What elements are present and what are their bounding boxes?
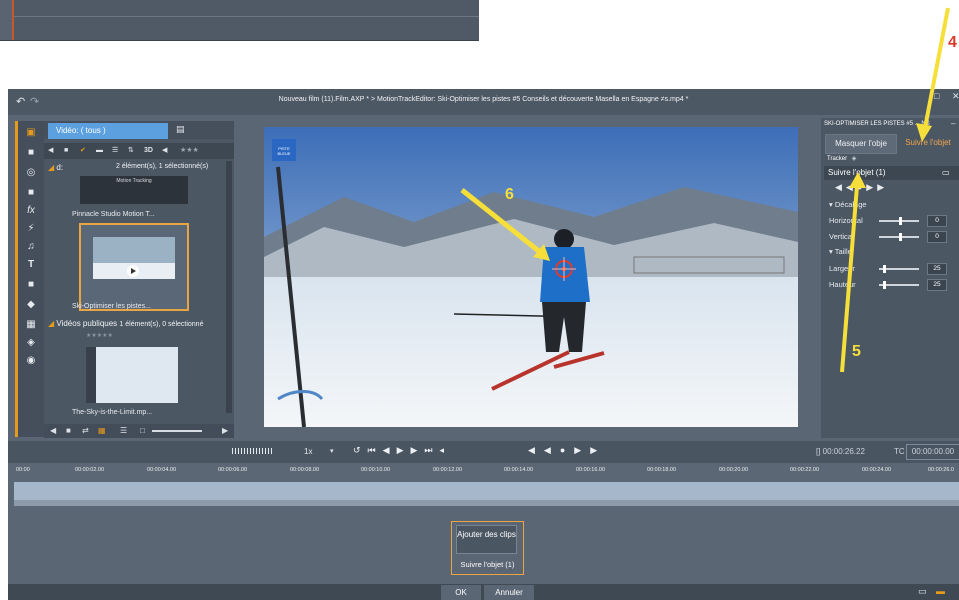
- annotation-number-4: 4: [948, 34, 957, 51]
- annotation-arrow-4: [923, 7, 950, 129]
- annotation-arrowhead-4: [916, 123, 932, 142]
- annotation-arrow-6: [460, 188, 542, 254]
- annotation-number-5: 5: [852, 343, 861, 360]
- annotation-arrowhead-5: [849, 172, 866, 188]
- annotation-number-6: 6: [505, 186, 514, 203]
- annotation-arrows: [460, 7, 950, 373]
